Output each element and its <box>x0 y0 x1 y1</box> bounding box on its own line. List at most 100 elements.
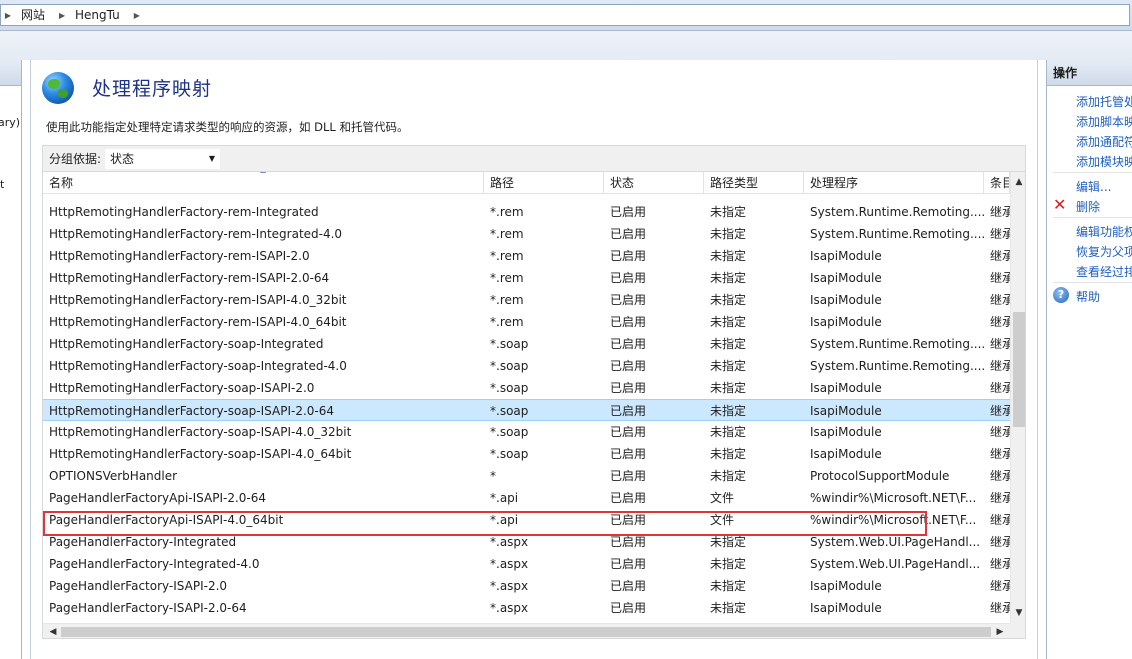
cell-state: 已启用 <box>610 359 647 373</box>
breadcrumb-arrow-icon[interactable]: ▶ <box>3 4 13 26</box>
table-row[interactable]: HttpRemotingHandlerFactory-soap-Integrat… <box>43 333 1010 355</box>
table-row[interactable]: HttpRemotingHandlerFactory-soap-ISAPI-4.… <box>43 443 1010 465</box>
cell-entry-type: 继承 <box>990 404 1010 418</box>
table-body: HttpRemotingHandlerFactory-rem-Integrate… <box>43 194 1010 638</box>
cell-path: * <box>490 469 496 483</box>
table-row[interactable]: HttpRemotingHandlerFactory-rem-ISAPI-4.0… <box>43 289 1010 311</box>
table-row[interactable]: HttpRemotingHandlerFactory-rem-ISAPI-2.0… <box>43 267 1010 289</box>
cell-path: *.rem <box>490 205 524 219</box>
cell-handler: IsapiModule <box>810 404 882 418</box>
cell-entry-type: 继承 <box>990 337 1010 351</box>
table-row[interactable]: PageHandlerFactoryApi-ISAPI-4.0_64bit *.a… <box>43 509 1010 531</box>
breadcrumb-arrow-icon[interactable]: ▶ <box>132 4 142 26</box>
table-row[interactable]: PageHandlerFactory-ISAPI-2.0 *.aspx 已启用 未指定… <box>43 575 1010 597</box>
scroll-right-icon[interactable]: ▶ <box>992 624 1008 638</box>
cell-handler: IsapiModule <box>810 315 882 329</box>
cell-name: PageHandlerFactory-Integrated-4.0 <box>49 557 260 571</box>
connections-tree-item[interactable]: ary) <box>0 116 20 129</box>
action-add-script-map[interactable]: 添加脚本映 <box>1076 113 1132 130</box>
action-edit-feature-permissions[interactable]: 编辑功能权 <box>1076 223 1132 240</box>
table-row[interactable]: HttpRemotingHandlerFactory-soap-ISAPI-4.… <box>43 421 1010 443</box>
cell-entry-type: 继承 <box>990 557 1010 571</box>
cell-path-type: 未指定 <box>710 227 747 241</box>
column-header-state[interactable]: 状态 <box>604 172 704 194</box>
cell-path: *.soap <box>490 381 529 395</box>
group-by-bar: 分组依据: 状态 ▼ <box>42 145 1026 171</box>
table-row[interactable]: HttpRemotingHandlerFactory-soap-ISAPI-2.… <box>43 399 1010 421</box>
cell-name: PageHandlerFactory-Integrated <box>49 535 237 549</box>
horizontal-scroll-thumb[interactable] <box>61 627 991 637</box>
cell-handler: System.Web.UI.PageHandl... <box>810 535 981 549</box>
action-help[interactable]: 帮助 <box>1076 288 1100 305</box>
breadcrumb-item-site[interactable]: HengTu <box>67 5 132 25</box>
scroll-down-icon[interactable]: ▼ <box>1011 605 1025 621</box>
cell-path-type: 未指定 <box>710 425 747 439</box>
breadcrumb[interactable]: ▶ 网站 ▶ HengTu ▶ <box>0 4 1130 26</box>
column-header-name[interactable]: 名称 <box>43 172 484 194</box>
table-row[interactable]: HttpRemotingHandlerFactory-rem-ISAPI-4.0… <box>43 311 1010 333</box>
cell-entry-type: 继承 <box>990 535 1010 549</box>
table-row[interactable]: PageHandlerFactory-Integrated *.aspx 已启用 未指… <box>43 531 1010 553</box>
table-header: 名称 ▲ 路径 状态 路径类型 处理程序 条目 <box>43 172 1010 194</box>
cell-path-type: 未指定 <box>710 293 747 307</box>
cell-name: HttpRemotingHandlerFactory-rem-ISAPI-2.0… <box>49 271 330 285</box>
action-add-module-mapping[interactable]: 添加模块映 <box>1076 153 1132 170</box>
cell-name: PageHandlerFactory-ISAPI-2.0-64 <box>49 601 247 615</box>
cell-path: *.aspx <box>490 557 529 571</box>
horizontal-scrollbar[interactable]: ◀ ▶ <box>43 623 1010 638</box>
handler-mappings-table: 名称 ▲ 路径 状态 路径类型 处理程序 条目 HttpRemotingHand… <box>42 171 1026 639</box>
table-row[interactable]: OPTIONSVerbHandler * 已启用 未指定 ProtocolSupport… <box>43 465 1010 487</box>
action-revert-to-parent[interactable]: 恢复为父项 <box>1076 243 1132 260</box>
cell-state: 已启用 <box>610 249 647 263</box>
cell-path: *.rem <box>490 249 524 263</box>
action-add-wildcard-script-map[interactable]: 添加通配符 <box>1076 133 1132 150</box>
cell-state: 已启用 <box>610 227 647 241</box>
cell-state: 已启用 <box>610 271 647 285</box>
breadcrumb-item-sites[interactable]: 网站 <box>13 5 57 25</box>
cell-state: 已启用 <box>610 513 647 527</box>
column-header-path-type[interactable]: 路径类型 <box>704 172 804 194</box>
table-row[interactable]: PageHandlerFactory-Integrated-4.0 *.aspx 已… <box>43 553 1010 575</box>
cell-entry-type: 继承 <box>990 293 1010 307</box>
vertical-scroll-thumb[interactable] <box>1013 312 1025 427</box>
cell-name: HttpRemotingHandlerFactory-soap-ISAPI-4.… <box>49 447 352 461</box>
cell-path-type: 未指定 <box>710 579 747 593</box>
cell-path: *.soap <box>490 404 529 418</box>
vertical-scrollbar[interactable]: ▲ ▼ <box>1010 172 1025 623</box>
table-row[interactable]: HttpRemotingHandlerFactory-soap-Integrat… <box>43 355 1010 377</box>
table-row[interactable]: PageHandlerFactoryApi-ISAPI-2.0-64 *.api 已… <box>43 487 1010 509</box>
scroll-left-icon[interactable]: ◀ <box>45 624 61 638</box>
delete-icon[interactable]: ✕ <box>1053 197 1069 213</box>
cell-handler: IsapiModule <box>810 447 882 461</box>
feature-page: 处理程序映射 使用此功能指定处理特定请求类型的响应的资源，如 DLL 和托管代码… <box>30 60 1038 659</box>
cell-path-type: 未指定 <box>710 249 747 263</box>
table-row[interactable]: HttpRemotingHandlerFactory-rem-Integrate… <box>43 201 1010 223</box>
column-header-path[interactable]: 路径 <box>484 172 604 194</box>
action-add-managed-handler[interactable]: 添加托管处 <box>1076 93 1132 110</box>
cell-name: HttpRemotingHandlerFactory-rem-ISAPI-4.0… <box>49 315 347 329</box>
cell-state: 已启用 <box>610 601 647 615</box>
table-row[interactable]: HttpRemotingHandlerFactory-rem-ISAPI-2.0… <box>43 245 1010 267</box>
cell-path: *.api <box>490 513 519 527</box>
action-delete[interactable]: 删除 <box>1076 198 1100 215</box>
group-by-select[interactable]: 状态 ▼ <box>105 148 221 169</box>
cell-name: HttpRemotingHandlerFactory-soap-ISAPI-2.… <box>49 404 334 418</box>
table-row[interactable]: HttpRemotingHandlerFactory-soap-ISAPI-2.… <box>43 377 1010 399</box>
group-by-label: 分组依据: <box>49 152 102 166</box>
cell-entry-type: 继承 <box>990 469 1010 483</box>
cell-path: *.rem <box>490 271 524 285</box>
cell-name: HttpRemotingHandlerFactory-soap-Integrat… <box>49 359 347 373</box>
connections-tree-item[interactable]: t <box>0 178 4 191</box>
cell-path: *.rem <box>490 227 524 241</box>
table-row[interactable]: HttpRemotingHandlerFactory-rem-Integrate… <box>43 223 1010 245</box>
cell-path-type: 未指定 <box>710 447 747 461</box>
column-header-handler[interactable]: 处理程序 <box>804 172 984 194</box>
action-view-ordered-list[interactable]: 查看经过排 <box>1076 263 1132 280</box>
breadcrumb-arrow-icon[interactable]: ▶ <box>57 4 67 26</box>
cell-entry-type: 继承 <box>990 315 1010 329</box>
scroll-up-icon[interactable]: ▲ <box>1011 174 1025 190</box>
action-edit[interactable]: 编辑... <box>1076 178 1111 195</box>
help-icon[interactable]: ? <box>1053 287 1069 303</box>
table-row[interactable]: PageHandlerFactory-ISAPI-2.0-64 *.aspx 已启用… <box>43 597 1010 619</box>
column-header-entry-type[interactable]: 条目 <box>984 172 1010 194</box>
